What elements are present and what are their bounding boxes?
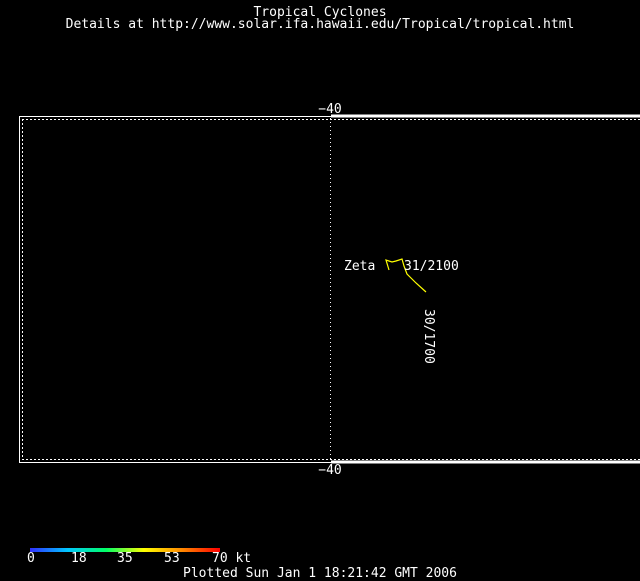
scale-tick-70kt: 70 kt bbox=[212, 552, 251, 566]
scale-tick-0: 0 bbox=[27, 552, 35, 566]
scale-tick-35: 35 bbox=[117, 552, 133, 566]
cyclone-map: −40 −40 Zeta 31/2100 30/1700 bbox=[0, 0, 640, 580]
map-frame-outer bbox=[20, 117, 640, 463]
storm-name-label: Zeta bbox=[344, 259, 375, 274]
plotted-timestamp: Plotted Sun Jan 1 18:21:42 GMT 2006 bbox=[0, 567, 640, 581]
scale-tick-18: 18 bbox=[71, 552, 87, 566]
storm-end-time-label: 31/2100 bbox=[404, 259, 459, 274]
lat-label-bottom: −40 bbox=[318, 463, 341, 478]
scale-tick-53: 53 bbox=[164, 552, 180, 566]
lat-label-top: −40 bbox=[318, 102, 341, 117]
storm-start-time-label: 30/1700 bbox=[421, 309, 436, 364]
